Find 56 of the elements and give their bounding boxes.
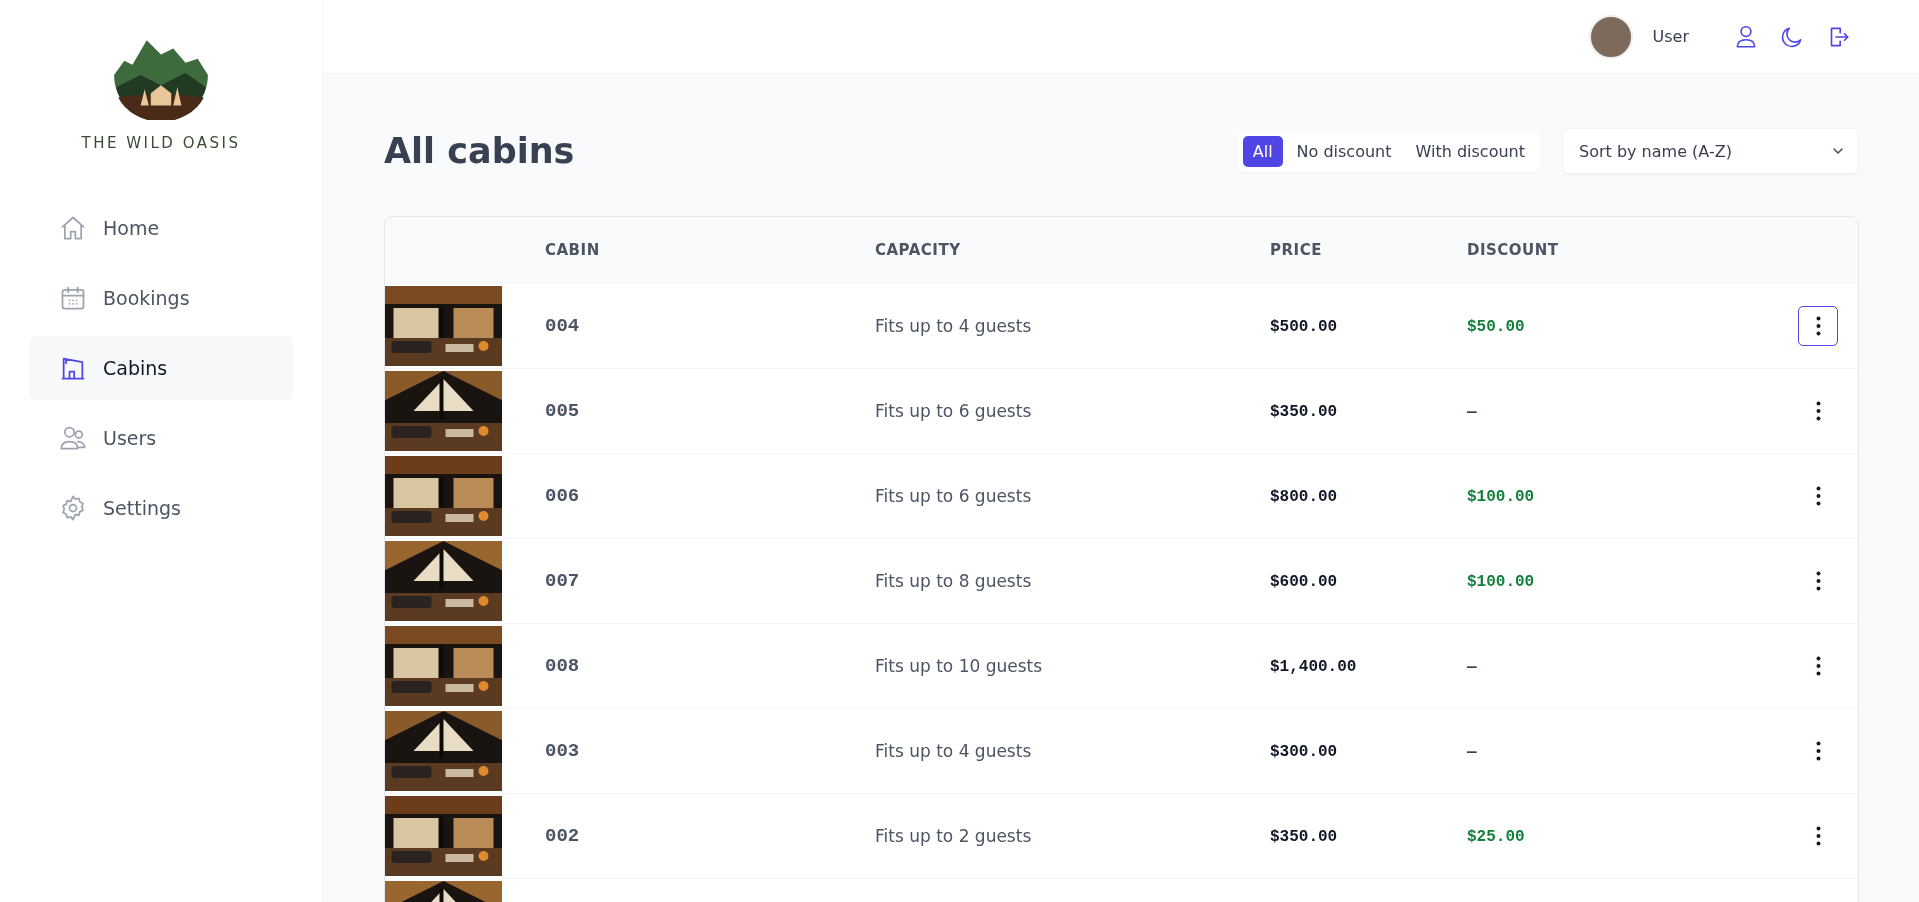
cabin-name: 004 — [545, 315, 580, 337]
discount-text: — — [1467, 743, 1477, 761]
capacity-text: Fits up to 4 guests — [875, 316, 1032, 336]
sidebar-item[interactable]: Bookings — [29, 266, 293, 330]
cabin-name: 008 — [545, 655, 580, 677]
capacity-text: Fits up to 4 guests — [875, 741, 1032, 761]
users-icon — [59, 424, 87, 452]
discount-text: $100.00 — [1467, 573, 1535, 591]
sort-select[interactable]: Sort by name (A-Z) — [1562, 128, 1859, 174]
column-header: PRICE — [1270, 241, 1323, 259]
user-name: User — [1652, 27, 1689, 46]
filter-button[interactable]: With discount — [1405, 135, 1535, 167]
price-text: $1,400.00 — [1270, 658, 1357, 676]
discount-text: $100.00 — [1467, 488, 1535, 506]
discount-text: $25.00 — [1467, 828, 1525, 846]
discount-text: — — [1467, 658, 1477, 676]
sidebar-item[interactable]: Settings — [29, 476, 293, 540]
column-header: CABIN — [545, 241, 601, 259]
price-text: $800.00 — [1270, 488, 1338, 506]
kebab-menu-icon — [1815, 486, 1821, 506]
price-text: $600.00 — [1270, 573, 1338, 591]
kebab-menu-icon — [1815, 316, 1821, 336]
cabin-name: 003 — [545, 740, 580, 762]
column-header: DISCOUNT — [1467, 241, 1560, 259]
sidebar-item[interactable]: Users — [29, 406, 293, 470]
capacity-text: Fits up to 10 guests — [875, 656, 1043, 676]
capacity-text: Fits up to 6 guests — [875, 486, 1032, 506]
cabin-name: 002 — [545, 825, 580, 847]
cabin-name: 006 — [545, 485, 580, 507]
cabin-name: 007 — [545, 570, 580, 592]
cabin-name: 005 — [545, 400, 580, 422]
price-text: $500.00 — [1270, 318, 1338, 336]
kebab-menu-icon — [1815, 656, 1821, 676]
price-text: $350.00 — [1270, 828, 1338, 846]
home-icon — [59, 214, 87, 242]
column-header: CAPACITY — [875, 241, 962, 259]
brand-name: THE WILD OASIS — [81, 134, 241, 152]
price-text: $300.00 — [1270, 743, 1338, 761]
kebab-menu-icon — [1815, 826, 1821, 846]
kebab-menu-icon — [1815, 741, 1821, 761]
capacity-text: Fits up to 8 guests — [875, 571, 1032, 591]
kebab-menu-icon — [1815, 401, 1821, 421]
calendar-icon — [59, 284, 87, 312]
filter-button[interactable]: No discount — [1286, 135, 1402, 167]
sidebar-item[interactable]: Cabins — [29, 336, 293, 400]
discount-text: $50.00 — [1467, 318, 1525, 336]
price-text: $350.00 — [1270, 403, 1338, 421]
kebab-menu-icon — [1815, 571, 1821, 591]
sidebar-item[interactable]: Home — [29, 196, 293, 260]
filter-button[interactable]: All — [1242, 135, 1283, 167]
page-title: All cabins — [384, 131, 576, 171]
discount-text: — — [1467, 403, 1477, 421]
capacity-text: Fits up to 6 guests — [875, 401, 1032, 421]
row-menu-button[interactable] — [1798, 306, 1838, 346]
settings-icon — [59, 494, 87, 522]
capacity-text: Fits up to 2 guests — [875, 826, 1032, 846]
